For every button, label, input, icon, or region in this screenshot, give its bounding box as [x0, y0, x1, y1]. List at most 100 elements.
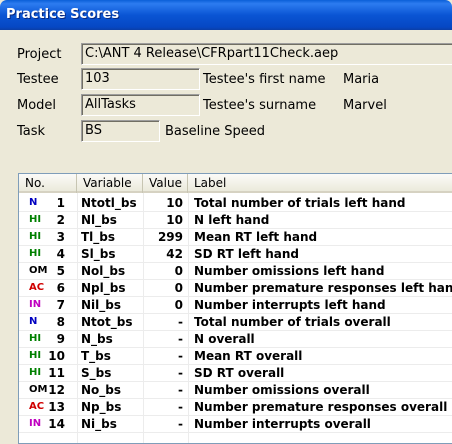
row-label: Mean RT left hand	[194, 230, 318, 244]
row-label: N overall	[194, 332, 255, 346]
row-number: 12	[48, 383, 65, 397]
practice-scores-panel: Project C:\ANT 4 Release\CFRpart11Check.…	[0, 30, 452, 444]
row-type-badge: HI	[29, 367, 42, 378]
row-number: 14	[48, 417, 65, 431]
row-variable: S_bs	[81, 366, 112, 380]
row-type-badge: IN	[29, 418, 42, 429]
row-variable: Sl_bs	[81, 247, 116, 261]
row-type-badge: IN	[29, 299, 42, 310]
row-label: N left hand	[194, 213, 270, 227]
task-description: Baseline Speed	[165, 124, 266, 139]
row-label: Number omissions left hand	[194, 264, 385, 278]
row-label: Number interrupts left hand	[194, 298, 386, 312]
table-row[interactable]: N 1 Ntotl_bs 10 Total number of trials left …	[19, 195, 452, 212]
window-title: Practice Scores	[6, 7, 120, 22]
row-label: SD RT overall	[194, 366, 285, 380]
row-number: 1	[56, 196, 65, 210]
row-number: 8	[56, 315, 65, 329]
table-row[interactable]: N 8 Ntot_bs - Total number of trials overall	[19, 314, 452, 331]
row-type-badge: AC	[29, 401, 45, 412]
row-value: 42	[166, 247, 183, 261]
row-value: 0	[174, 298, 183, 312]
row-label: Number omissions overall	[194, 383, 370, 397]
table-row[interactable]: HI 10 T_bs - Mean RT overall	[19, 348, 452, 365]
row-number: 6	[56, 281, 65, 295]
row-number: 10	[48, 349, 65, 363]
scores-list[interactable]: No. Variable Value Label N 1 Ntotl_bs 10 Tot…	[18, 173, 452, 444]
row-label: Total number of trials overall	[194, 315, 391, 329]
row-variable: Npl_bs	[81, 281, 126, 295]
row-number: 9	[56, 332, 65, 346]
table-row[interactable]: AC 6 Npl_bs 0 Number premature responses lef…	[19, 280, 452, 297]
row-variable: Nl_bs	[81, 213, 117, 227]
row-number: 3	[56, 230, 65, 244]
row-variable: Tl_bs	[81, 230, 116, 244]
row-type-badge: HI	[29, 333, 42, 344]
row-variable: Np_bs	[81, 400, 122, 414]
row-value: -	[178, 383, 183, 397]
row-variable: No_bs	[81, 383, 122, 397]
surname-label: Testee's surname	[203, 98, 317, 113]
row-value: -	[178, 349, 183, 363]
column-header-no[interactable]: No.	[19, 174, 77, 193]
row-type-badge: HI	[29, 214, 42, 225]
row-label: SD RT left hand	[194, 247, 300, 261]
row-value: 0	[174, 264, 183, 278]
row-number: 11	[48, 366, 65, 380]
row-number: 13	[48, 400, 65, 414]
column-header-value[interactable]: Value	[143, 174, 188, 193]
task-label: Task	[17, 124, 46, 139]
row-variable: Ntotl_bs	[81, 196, 137, 210]
row-label: Number premature responses left hand	[194, 281, 452, 295]
column-header-variable[interactable]: Variable	[77, 174, 143, 193]
table-row[interactable]: HI 11 S_bs - SD RT overall	[19, 365, 452, 382]
row-type-badge: HI	[29, 248, 42, 259]
task-field[interactable]: BS	[81, 120, 160, 142]
table-row[interactable]: AC 13 Np_bs - Number premature responses ove…	[19, 399, 452, 416]
row-label: Number interrupts overall	[194, 417, 371, 431]
table-row[interactable]: IN 14 Ni_bs - Number interrupts overall	[19, 416, 452, 433]
first-name-value: Maria	[343, 72, 380, 87]
row-variable: Ntot_bs	[81, 315, 133, 329]
table-row[interactable]: HI 9 N_bs - N overall	[19, 331, 452, 348]
row-type-badge: HI	[29, 231, 42, 242]
row-variable: N_bs	[81, 332, 113, 346]
row-type-badge: N	[29, 197, 38, 208]
row-value: -	[178, 332, 183, 346]
row-variable: Ni_bs	[81, 417, 117, 431]
row-label: Number premature responses overall	[194, 400, 448, 414]
row-variable: T_bs	[81, 349, 111, 363]
row-value: -	[178, 315, 183, 329]
project-field[interactable]: C:\ANT 4 Release\CFRpart11Check.aep	[81, 43, 452, 65]
row-variable: Nol_bs	[81, 264, 126, 278]
row-number: 5	[56, 264, 65, 278]
surname-value: Marvel	[343, 98, 387, 113]
table-row[interactable]: IN 7 Nil_bs 0 Number interrupts left hand	[19, 297, 452, 314]
testee-field[interactable]: 103	[81, 68, 200, 90]
model-field[interactable]: AllTasks	[81, 94, 200, 116]
project-label: Project	[17, 47, 62, 62]
row-number: 2	[56, 213, 65, 227]
row-type-badge: N	[29, 316, 38, 327]
row-label: Mean RT overall	[194, 349, 303, 363]
table-row[interactable]: HI 2 Nl_bs 10 N left hand	[19, 212, 452, 229]
table-row[interactable]: HI 3 Tl_bs 299 Mean RT left hand	[19, 229, 452, 246]
row-value: -	[178, 417, 183, 431]
first-name-label: Testee's first name	[203, 72, 326, 87]
row-value: -	[178, 400, 183, 414]
list-header: No. Variable Value Label	[19, 174, 452, 193]
row-variable: Nil_bs	[81, 298, 122, 312]
row-type-badge: HI	[29, 350, 42, 361]
table-row[interactable]: OM 12 No_bs - Number omissions overall	[19, 382, 452, 399]
table-row[interactable]: HI 4 Sl_bs 42 SD RT left hand	[19, 246, 452, 263]
model-label: Model	[17, 98, 57, 113]
row-value: 299	[157, 230, 183, 244]
row-number: 7	[56, 298, 65, 312]
row-value: -	[178, 366, 183, 380]
row-value: 0	[174, 281, 183, 295]
row-label: Total number of trials left hand	[194, 196, 406, 210]
row-type-badge: AC	[29, 282, 45, 293]
title-bar[interactable]: Practice Scores	[0, 0, 452, 30]
column-header-label[interactable]: Label	[188, 174, 452, 193]
table-row[interactable]: OM 5 Nol_bs 0 Number omissions left hand	[19, 263, 452, 280]
